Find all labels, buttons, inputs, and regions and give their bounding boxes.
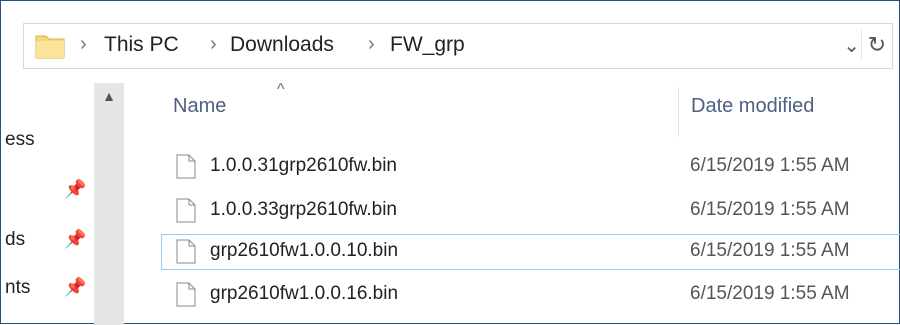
pin-icon[interactable]: 📌 (64, 277, 86, 298)
file-row[interactable]: 1.0.0.33grp2610fw.bin 6/15/2019 1:55 AM (161, 193, 900, 229)
breadcrumb-separator: › (368, 33, 375, 55)
breadcrumb-separator: › (80, 33, 87, 55)
folder-icon (35, 35, 65, 59)
file-date: 6/15/2019 1:55 AM (690, 155, 850, 176)
pin-icon[interactable]: 📌 (64, 229, 86, 250)
file-name[interactable]: grp2610fw1.0.0.10.bin (210, 240, 398, 262)
address-divider (861, 30, 862, 60)
nav-item-documents[interactable]: nts (5, 277, 30, 299)
file-date: 6/15/2019 1:55 AM (690, 283, 850, 304)
column-header-name[interactable]: Name (173, 95, 226, 118)
explorer-window: › This PC › Downloads › FW_grp ⌄ ↻ ess 📌… (0, 0, 900, 325)
column-divider[interactable] (678, 87, 679, 137)
scroll-up-icon[interactable]: ▲ (94, 83, 124, 111)
nav-item-quick-access[interactable]: ess (5, 129, 35, 151)
sort-ascending-icon: ^ (277, 81, 285, 98)
column-header-date-modified[interactable]: Date modified (691, 95, 814, 118)
breadcrumb-this-pc[interactable]: This PC (104, 33, 179, 57)
file-icon (176, 282, 196, 307)
file-name[interactable]: grp2610fw1.0.0.16.bin (210, 283, 398, 305)
file-row[interactable]: 1.0.0.31grp2610fw.bin 6/15/2019 1:55 AM (161, 149, 900, 185)
pin-icon[interactable]: 📌 (64, 179, 86, 200)
file-date: 6/15/2019 1:55 AM (690, 199, 850, 220)
file-icon (176, 198, 196, 223)
breadcrumb-separator: › (210, 33, 217, 55)
chevron-down-icon[interactable]: ⌄ (843, 33, 860, 58)
file-date: 6/15/2019 1:55 AM (690, 240, 850, 261)
nav-item-downloads[interactable]: ds (5, 229, 25, 251)
refresh-icon[interactable]: ↻ (868, 32, 886, 58)
file-name[interactable]: 1.0.0.33grp2610fw.bin (210, 199, 397, 221)
file-icon (176, 154, 196, 179)
file-row-selected[interactable]: grp2610fw1.0.0.10.bin 6/15/2019 1:55 AM (161, 234, 900, 270)
file-row[interactable]: grp2610fw1.0.0.16.bin 6/15/2019 1:55 AM (161, 277, 900, 313)
nav-scrollbar[interactable]: ▲ (94, 83, 124, 325)
breadcrumb-fw-grp[interactable]: FW_grp (390, 33, 465, 57)
file-icon (176, 239, 196, 264)
breadcrumb-downloads[interactable]: Downloads (230, 33, 334, 57)
address-bar[interactable]: › This PC › Downloads › FW_grp ⌄ ↻ (23, 23, 893, 69)
file-name[interactable]: 1.0.0.31grp2610fw.bin (210, 155, 397, 177)
